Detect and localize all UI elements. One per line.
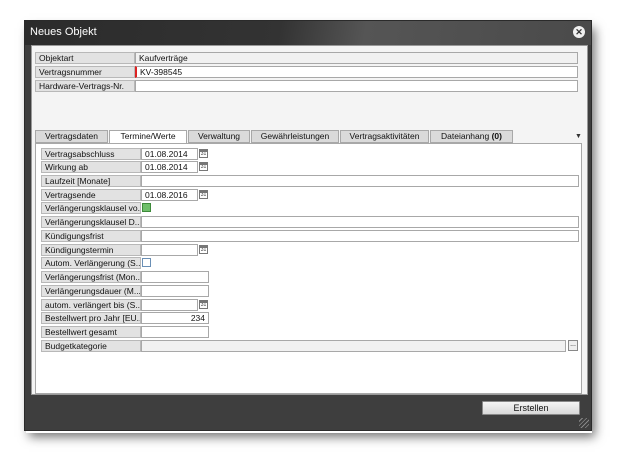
field-label: Bestellwert pro Jahr [EU... — [41, 312, 141, 324]
field-label: Kündigungsfrist — [41, 230, 141, 242]
verlaengerungsklausel-checkbox[interactable] — [142, 203, 151, 212]
resize-grip-icon[interactable] — [579, 418, 589, 428]
tab-label: Verwaltung — [197, 131, 241, 141]
field-label: autom. verlängert bis (S... — [41, 299, 141, 311]
bestellwert-pro-jahr-field[interactable]: 234 — [141, 312, 209, 324]
vertragsende-date-field[interactable]: 01.08.2016 — [141, 189, 198, 201]
vertragsabschluss-date-field[interactable]: 01.08.2014 — [141, 148, 198, 160]
verlaengerungsfrist-field[interactable] — [141, 271, 209, 283]
field-label: Vertragsabschluss — [41, 148, 141, 160]
tab-termine-werte[interactable]: Termine/Werte — [109, 130, 187, 144]
tab-gewaehrleistungen[interactable]: Gewährleistungen — [251, 130, 339, 143]
autom-verlaengerung-checkbox[interactable] — [142, 258, 151, 267]
field-label: Wirkung ab — [41, 161, 141, 173]
field-label: Laufzeit [Monate] — [41, 175, 141, 187]
field-label: Verlängerungsfrist (Mon... — [41, 271, 141, 283]
calendar-icon[interactable]: 31 — [199, 245, 208, 254]
calendar-icon[interactable]: 31 — [199, 162, 208, 171]
budgetkategorie-field[interactable] — [141, 340, 566, 352]
tab-panel-termine-werte: Vertragsabschluss 01.08.2014 31 Wirkung … — [35, 143, 582, 394]
tab-vertragsaktivitaeten[interactable]: Vertragsaktivitäten — [340, 130, 429, 143]
verlaengerungsklausel-detail-field[interactable] — [141, 216, 579, 228]
dialog-window: Neues Objekt ✕ Objektart Kaufverträge Ve… — [24, 20, 592, 431]
objektart-field: Kaufverträge — [135, 52, 578, 64]
attachment-count: (0) — [491, 131, 502, 141]
field-label: Verlängerungsklausel vo... — [41, 202, 141, 214]
tab-label: Vertragsdaten — [45, 131, 98, 141]
field-label: Verlängerungsklausel D... — [41, 216, 141, 228]
laufzeit-field[interactable] — [141, 175, 579, 187]
tab-label: Vertragsaktivitäten — [349, 131, 420, 141]
close-icon[interactable]: ✕ — [573, 26, 585, 38]
verlaengerungsdauer-field[interactable] — [141, 285, 209, 297]
tab-label: Termine/Werte — [120, 131, 176, 141]
tab-label: Gewährleistungen — [260, 131, 330, 141]
field-label: Vertragsende — [41, 189, 141, 201]
title-bar[interactable]: Neues Objekt ✕ — [25, 21, 591, 45]
hardware-vertrags-nr-field[interactable] — [135, 80, 578, 92]
field-label: Verlängerungsdauer (M... — [41, 285, 141, 297]
tab-bar: Vertragsdaten Termine/Werte Verwaltung G… — [35, 130, 580, 144]
wirkung-ab-date-field[interactable]: 01.08.2014 — [141, 161, 198, 173]
calendar-icon[interactable]: 31 — [199, 190, 208, 199]
autom-verlaengert-bis-date-field[interactable] — [141, 299, 198, 311]
field-label: Bestellwert gesamt — [41, 326, 141, 338]
tab-dateianhang[interactable]: Dateianhang (0) — [430, 130, 513, 143]
kuendigungsfrist-field[interactable] — [141, 230, 579, 242]
chevron-down-icon[interactable]: ▼ — [575, 133, 582, 140]
vertragsnummer-field[interactable]: KV-398545 — [135, 66, 578, 78]
calendar-icon[interactable]: 31 — [199, 300, 208, 309]
create-button[interactable]: Erstellen — [482, 401, 580, 415]
window-title: Neues Objekt — [30, 26, 97, 38]
field-label: Hardware-Vertrags-Nr. — [35, 80, 135, 92]
kuendigungstermin-date-field[interactable] — [141, 244, 198, 256]
field-label: Vertragsnummer — [35, 66, 135, 78]
tab-verwaltung[interactable]: Verwaltung — [188, 130, 250, 143]
field-label: Autom. Verlängerung (S... — [41, 257, 141, 269]
bestellwert-gesamt-field[interactable] — [141, 326, 209, 338]
tab-vertragsdaten[interactable]: Vertragsdaten — [35, 130, 108, 143]
field-label: Objektart — [35, 52, 135, 64]
calendar-icon[interactable]: 31 — [199, 149, 208, 158]
field-label: Budgetkategorie — [41, 340, 141, 352]
field-label: Kündigungstermin — [41, 244, 141, 256]
dialog-content: Objektart Kaufverträge Vertragsnummer KV… — [31, 45, 588, 395]
tab-label: Dateianhang — [441, 131, 490, 141]
ellipsis-icon[interactable]: ... — [568, 340, 578, 351]
